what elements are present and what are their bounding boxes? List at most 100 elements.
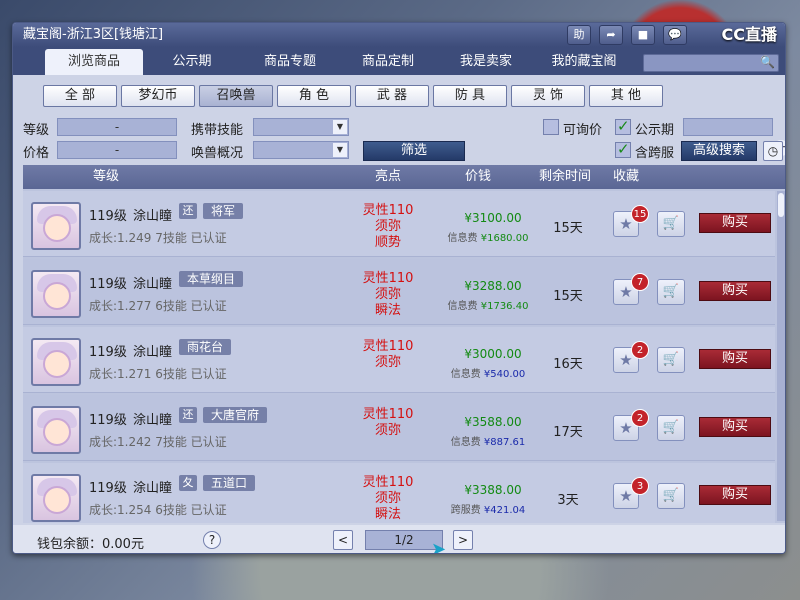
tab-notice[interactable]: 公示期: [143, 49, 241, 75]
check-icon: ✓: [617, 140, 630, 158]
filter-button[interactable]: 筛选: [363, 141, 465, 161]
stop-title-button[interactable]: ■: [631, 25, 655, 45]
ask-price-checkbox[interactable]: [543, 119, 559, 135]
window-title: 藏宝阁-浙江3区[钱塘江]: [23, 27, 164, 42]
category-accessories[interactable]: 灵 饰: [511, 85, 585, 107]
advanced-search-button[interactable]: 高级搜索: [681, 141, 757, 161]
favorite-count-badge: 2: [631, 409, 649, 427]
wallet-balance: 钱包余额：0.00元: [37, 537, 144, 552]
header-favorite: 收藏: [613, 169, 640, 184]
notice-checkbox[interactable]: ✓: [615, 119, 631, 135]
fee-amount: ¥421.04: [483, 505, 526, 516]
notice-input[interactable]: [683, 118, 773, 136]
search-icon[interactable]: 🔍: [760, 55, 775, 69]
cart-icon[interactable]: 🛒: [657, 347, 685, 373]
category-weapons[interactable]: 武 器: [355, 85, 429, 107]
buy-button[interactable]: 购买: [699, 485, 771, 505]
time-left: 15天: [553, 289, 583, 304]
cross-server-checkbox[interactable]: ✓: [615, 142, 631, 158]
clock-icon[interactable]: ◷: [763, 141, 783, 161]
pet-name: 涂山瞳: [133, 277, 173, 292]
help-title-button[interactable]: 助: [567, 25, 591, 45]
category-pets[interactable]: 召唤兽: [199, 85, 273, 107]
highlight-text: 须弥: [374, 219, 401, 234]
ask-price-label: 可询价: [563, 123, 603, 138]
category-armor[interactable]: 防 具: [433, 85, 507, 107]
cart-icon[interactable]: 🛒: [657, 483, 685, 509]
highlights: 灵性110 须弥 瞬法: [353, 271, 423, 319]
category-coins[interactable]: 梦幻币: [121, 85, 195, 107]
skill-dropdown[interactable]: ▼: [253, 118, 349, 136]
tab-topics[interactable]: 商品专题: [241, 49, 339, 75]
table-row[interactable]: 119级 涂山瞳 雨花台 成长:1.271 6技能 已认证 灵性110 须弥 ¥3…: [23, 327, 775, 393]
pet-avatar[interactable]: [31, 406, 81, 454]
tab-my-treasure[interactable]: 我的藏宝阁: [535, 49, 633, 75]
category-all[interactable]: 全 部: [43, 85, 117, 107]
next-page-button[interactable]: >: [453, 530, 473, 550]
table-row[interactable]: 119级 涂山瞳 本草纲目 成长:1.277 6技能 已认证 灵性110 须弥 瞬法…: [23, 259, 775, 325]
pet-avatar[interactable]: [31, 270, 81, 318]
help-icon[interactable]: ?: [203, 531, 221, 549]
scroll-thumb[interactable]: [778, 193, 784, 217]
tab-browse[interactable]: 浏览商品: [45, 49, 143, 75]
fee-label: 信息费: [447, 301, 478, 312]
prev-page-button[interactable]: <: [333, 530, 353, 550]
pet-level: 119级: [89, 413, 127, 428]
highlight-text: 顺势: [374, 235, 401, 250]
highlights: 灵性110 须弥 瞬法: [353, 475, 423, 523]
fee-label: 信息费: [447, 233, 478, 244]
buy-button[interactable]: 购买: [699, 281, 771, 301]
tab-custom[interactable]: 商品定制: [339, 49, 437, 75]
table-row[interactable]: 119级 涂山瞳 夂 五道口 成长:1.254 6技能 已认证 灵性110 须弥瞬…: [23, 463, 775, 523]
fee-label: 跨服费: [450, 505, 481, 516]
cross-server-label: 含跨服: [635, 146, 675, 161]
highlight-text: 瞬法: [374, 303, 401, 318]
pet-level: 119级: [89, 481, 127, 496]
pet-avatar[interactable]: [31, 202, 81, 250]
fee-info: 信息费 ¥1680.00: [433, 229, 543, 244]
category-other[interactable]: 其 他: [589, 85, 663, 107]
search-input[interactable]: [644, 57, 756, 74]
growth-info: 成长:1.254 6技能 已认证: [89, 503, 227, 517]
highlight-text: 灵性110: [362, 407, 414, 422]
level-range-input[interactable]: -: [57, 118, 177, 136]
pet-avatar[interactable]: [31, 474, 81, 522]
pet-overview-dropdown[interactable]: ▼: [253, 141, 349, 159]
highlight-text: 灵性110: [362, 475, 414, 490]
header-time-left: 剩余时间: [539, 169, 592, 184]
buy-button[interactable]: 购买: [699, 349, 771, 369]
time-left: 16天: [553, 357, 583, 372]
fee-info: 信息费 ¥887.61: [433, 433, 543, 448]
favorite-count-badge: 7: [631, 273, 649, 291]
price-range-input[interactable]: -: [57, 141, 177, 159]
cart-icon[interactable]: 🛒: [657, 211, 685, 237]
time-left: 3天: [557, 493, 579, 508]
favorite-count-badge: 2: [631, 341, 649, 359]
footer-bar: 钱包余额：0.00元 ? < 1/2 > ➤: [13, 525, 785, 553]
price-value: ¥3288.00: [464, 279, 522, 293]
status-badge: 还: [179, 407, 197, 423]
chat-title-button[interactable]: 💬: [663, 25, 687, 45]
growth-info: 成长:1.277 6技能 已认证: [89, 299, 227, 313]
tab-seller[interactable]: 我是卖家: [437, 49, 535, 75]
scrollbar[interactable]: [777, 191, 785, 521]
pet-name: 涂山瞳: [133, 345, 173, 360]
header-price: 价钱: [465, 169, 492, 184]
fee-amount: ¥540.00: [483, 369, 526, 380]
buy-button[interactable]: 购买: [699, 213, 771, 233]
cart-icon[interactable]: 🛒: [657, 415, 685, 441]
treasure-pavilion-window: 藏宝阁-浙江3区[钱塘江] 助 ➦ ■ 💬 CC直播 浏览商品 公示期 商品专题…: [12, 22, 786, 554]
table-row[interactable]: 119级 涂山瞳 还 大唐官府 成长:1.242 7技能 已认证 灵性110 须弥…: [23, 395, 775, 461]
price-value: ¥3100.00: [464, 211, 522, 225]
pet-name: 涂山瞳: [133, 209, 173, 224]
highlights: 灵性110 须弥: [353, 407, 423, 439]
table-row[interactable]: 119级 涂山瞳 还 将军 成长:1.249 7技能 已认证 灵性110 须弥 顺势…: [23, 191, 775, 257]
share-title-button[interactable]: ➦: [599, 25, 623, 45]
level-filter-label: 等级: [23, 123, 50, 138]
pet-avatar[interactable]: [31, 338, 81, 386]
highlight-text: 须弥: [374, 287, 401, 302]
search-box: 🔍: [643, 54, 779, 74]
buy-button[interactable]: 购买: [699, 417, 771, 437]
category-characters[interactable]: 角 色: [277, 85, 351, 107]
cart-icon[interactable]: 🛒: [657, 279, 685, 305]
